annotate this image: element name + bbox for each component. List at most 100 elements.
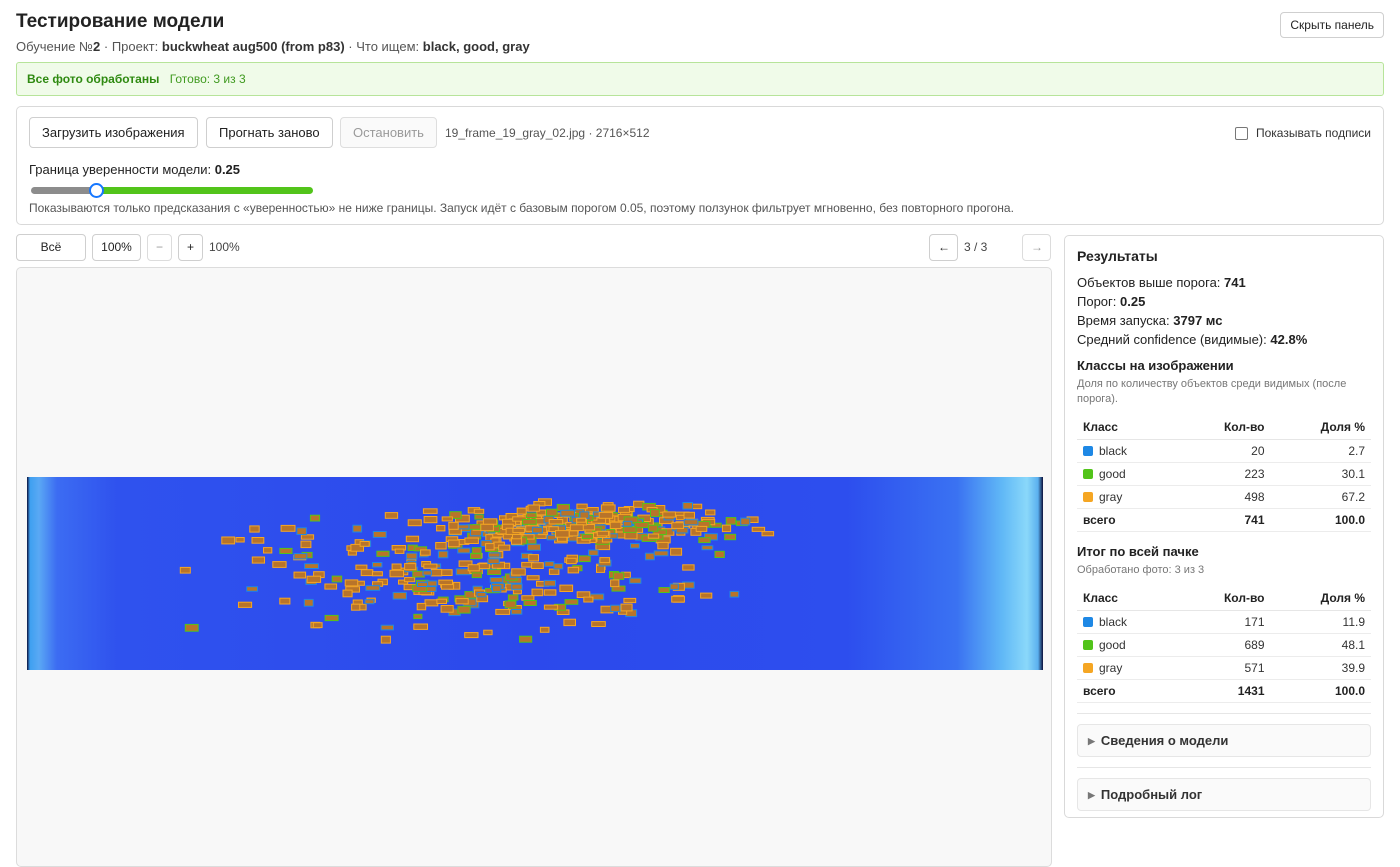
hide-panel-button[interactable]: Скрыть панель	[1280, 12, 1384, 38]
detection-box	[272, 561, 287, 568]
total-share: 100.0	[1270, 679, 1371, 703]
table-header-row: Класс Кол-во Доля %	[1077, 417, 1371, 440]
threshold-slider[interactable]	[31, 183, 313, 198]
detection-box	[413, 623, 428, 630]
model-info-toggle[interactable]: ▶ Сведения о модели	[1077, 724, 1371, 757]
detection-box	[683, 519, 699, 526]
detection-box	[246, 586, 258, 592]
detection-box	[535, 518, 546, 525]
detection-box	[279, 547, 293, 555]
class-name: black	[1099, 444, 1128, 458]
detection-box	[698, 537, 711, 544]
training-prefix: Обучение №	[16, 39, 94, 54]
viewer-toolbar: Всё фото 100% − + 100% ← 3 / 3 →	[16, 234, 1052, 279]
table-row: gray 498 67.2	[1077, 485, 1371, 509]
detection-box	[440, 605, 454, 613]
fit-image-button[interactable]: Всё фото	[16, 234, 86, 279]
detection-box	[293, 571, 307, 579]
detection-box	[598, 511, 614, 519]
threshold-value: 0.25	[214, 162, 241, 177]
detection-box	[492, 585, 502, 593]
confidence-label: Средний confidence (видимые):	[1077, 332, 1267, 347]
detection-box	[695, 525, 708, 532]
detection-box	[559, 584, 574, 592]
detection-box	[372, 531, 387, 538]
detection-box	[416, 602, 427, 611]
detection-box	[309, 514, 321, 522]
detection-box	[470, 553, 482, 560]
detection-box	[531, 588, 544, 597]
detailed-log-label: Подробный лог	[1100, 787, 1203, 802]
table-row: gray 571 39.9	[1077, 656, 1371, 680]
detection-box	[564, 599, 579, 605]
divider	[1077, 767, 1371, 768]
project-name: buckwheat aug500 (from p83)	[161, 39, 345, 54]
detection-box	[380, 635, 391, 644]
detection-box	[221, 536, 236, 545]
detection-box	[671, 595, 685, 603]
detection-box	[440, 569, 453, 576]
detection-box	[620, 603, 633, 612]
detection-box	[521, 595, 535, 601]
next-image-button[interactable]: →	[1022, 234, 1051, 261]
image-canvas[interactable]	[16, 267, 1052, 867]
slider-track-inactive	[31, 187, 97, 194]
share-cell: 11.9	[1270, 610, 1371, 634]
show-captions-toggle[interactable]: Показывать подписи	[1234, 126, 1371, 140]
page-title: Тестирование модели	[16, 11, 225, 32]
detection-box	[372, 562, 383, 568]
detection-box	[622, 526, 637, 533]
total-label: всего	[1077, 679, 1177, 703]
detection-box	[581, 533, 593, 539]
detection-box	[384, 512, 399, 519]
detection-box	[629, 577, 642, 584]
detection-box	[670, 547, 683, 556]
detection-box	[360, 569, 374, 577]
detection-box	[376, 550, 390, 557]
show-captions-label: Показывать подписи	[1255, 126, 1371, 140]
detection-box	[623, 597, 637, 604]
prev-image-button[interactable]: ←	[929, 234, 958, 261]
detection-box	[457, 547, 471, 554]
stop-button[interactable]: Остановить	[340, 117, 437, 148]
detection-box	[489, 577, 504, 583]
divider	[1077, 713, 1371, 714]
detection-box	[648, 524, 659, 532]
detection-box	[579, 511, 590, 519]
detection-box	[705, 509, 716, 516]
threshold-label-text: Граница уверенности модели:	[29, 162, 212, 177]
detection-box	[576, 517, 587, 523]
detailed-log-toggle[interactable]: ▶ Подробный лог	[1077, 778, 1371, 811]
detection-box	[560, 509, 575, 517]
detection-box	[701, 545, 714, 551]
objects-label: Объектов выше порога:	[1077, 275, 1221, 290]
detection-box	[404, 563, 417, 571]
detection-box	[279, 597, 291, 605]
slider-handle[interactable]	[89, 183, 104, 198]
class-cell: black	[1077, 610, 1177, 634]
zoom-reset-button[interactable]: 100%	[92, 234, 141, 261]
detection-box	[578, 555, 591, 563]
file-info: 19_frame_19_gray_02.jpg · 2716×512	[445, 126, 650, 140]
show-captions-checkbox[interactable]	[1234, 126, 1248, 140]
class-cell: good	[1077, 462, 1177, 486]
column-share: Доля %	[1270, 588, 1371, 611]
zoom-in-button[interactable]: +	[178, 234, 203, 261]
table-row: good 689 48.1	[1077, 633, 1371, 657]
detection-box	[555, 530, 570, 538]
rerun-button[interactable]: Прогнать заново	[206, 117, 333, 148]
detection-box	[548, 519, 564, 525]
detection-box	[512, 534, 522, 540]
detection-box	[662, 511, 676, 518]
detection-box	[566, 557, 577, 565]
objects-stat: Объектов выше порога: 741	[1077, 273, 1371, 292]
detection-box	[324, 614, 339, 622]
detection-box	[507, 594, 519, 601]
class-color-swatch	[1083, 446, 1093, 456]
upload-images-button[interactable]: Загрузить изображения	[29, 117, 198, 148]
detection-box	[671, 522, 684, 529]
detection-box	[456, 524, 470, 530]
detection-box	[658, 587, 670, 593]
zoom-out-button[interactable]: −	[147, 234, 172, 261]
threshold-label: Граница уверенности модели: 0.25	[29, 162, 240, 177]
